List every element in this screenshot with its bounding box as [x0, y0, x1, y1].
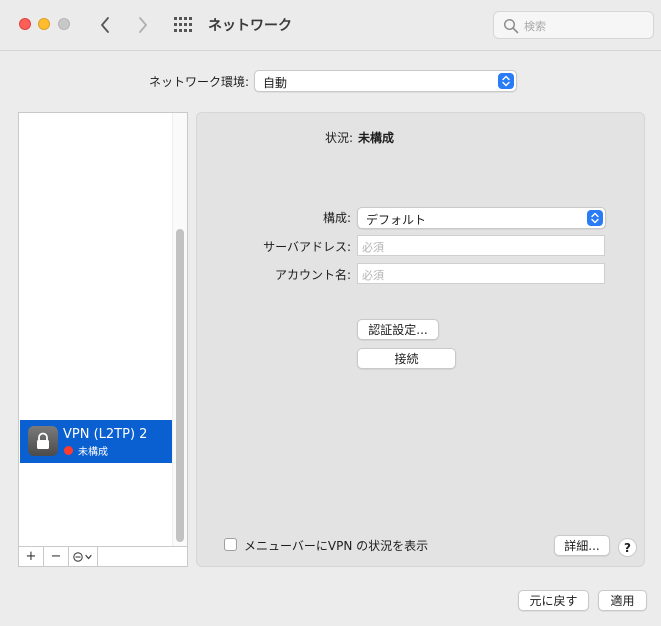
zoom-window-button[interactable]	[58, 18, 70, 30]
forward-button[interactable]	[132, 13, 154, 37]
server-address-field[interactable]: 必須	[357, 235, 605, 256]
search-icon	[503, 18, 519, 34]
status-label: 状況:	[324, 131, 353, 145]
lock-icon	[28, 426, 58, 456]
service-list-toolbar: + −	[18, 546, 188, 567]
location-label: ネットワーク環境:	[149, 75, 250, 89]
status-value: 未構成	[358, 131, 395, 145]
popup-arrows-icon	[587, 210, 603, 226]
chevron-left-icon	[101, 17, 109, 33]
add-service-button[interactable]: +	[19, 547, 44, 566]
back-button[interactable]	[94, 13, 116, 37]
popup-arrows-icon	[498, 73, 514, 89]
service-item-vpn[interactable]: VPN (L2TP) 2 未構成	[20, 420, 173, 463]
advanced-button[interactable]: 詳細...	[554, 535, 610, 556]
remove-service-button[interactable]: −	[44, 547, 69, 566]
account-name-field[interactable]: 必須	[357, 263, 605, 284]
config-popup[interactable]: デフォルト	[357, 207, 606, 229]
apply-button[interactable]: 適用	[598, 590, 647, 611]
config-value: デフォルト	[366, 213, 427, 227]
server-address-placeholder: 必須	[362, 241, 384, 254]
search-field[interactable]: 検索	[493, 11, 654, 39]
action-menu-button[interactable]	[69, 547, 98, 566]
config-label: 構成:	[322, 211, 351, 225]
account-name-placeholder: 必須	[362, 269, 384, 282]
search-placeholder: 検索	[524, 20, 546, 33]
revert-button[interactable]: 元に戻す	[518, 590, 589, 611]
chevron-right-icon	[139, 17, 147, 33]
location-popup[interactable]: 自動	[254, 70, 517, 92]
vpn-detail-panel: 状況: 未構成 構成: デフォルト サーバアドレス: 必須 アカウント名: 必須…	[196, 112, 645, 567]
help-button[interactable]: ?	[618, 538, 637, 557]
network-preferences-window: ネットワーク 検索 ネットワーク環境: 自動 VPN (L2TP) 2 未構成 …	[0, 0, 661, 626]
show-vpn-status-checkbox[interactable]	[224, 538, 237, 551]
server-address-label: サーバアドレス:	[263, 240, 351, 254]
connect-button[interactable]: 接続	[357, 348, 456, 369]
status-dot-icon	[64, 446, 73, 455]
authentication-settings-button[interactable]: 認証設定...	[357, 319, 439, 340]
grid-icon	[174, 17, 192, 32]
service-status: 未構成	[78, 447, 108, 458]
account-name-label: アカウント名:	[274, 268, 351, 282]
scrollbar-thumb[interactable]	[176, 229, 184, 542]
titlebar: ネットワーク 検索	[0, 0, 661, 51]
service-list[interactable]: VPN (L2TP) 2 未構成	[18, 112, 188, 547]
action-gear-icon	[73, 551, 92, 562]
show-vpn-status-label[interactable]: メニューバーにVPN の状況を表示	[244, 537, 428, 554]
show-all-button[interactable]	[173, 16, 193, 34]
location-value: 自動	[263, 76, 288, 90]
minimize-window-button[interactable]	[38, 18, 50, 30]
service-name: VPN (L2TP) 2	[63, 427, 148, 442]
close-window-button[interactable]	[19, 18, 31, 30]
window-title: ネットワーク	[208, 18, 292, 34]
